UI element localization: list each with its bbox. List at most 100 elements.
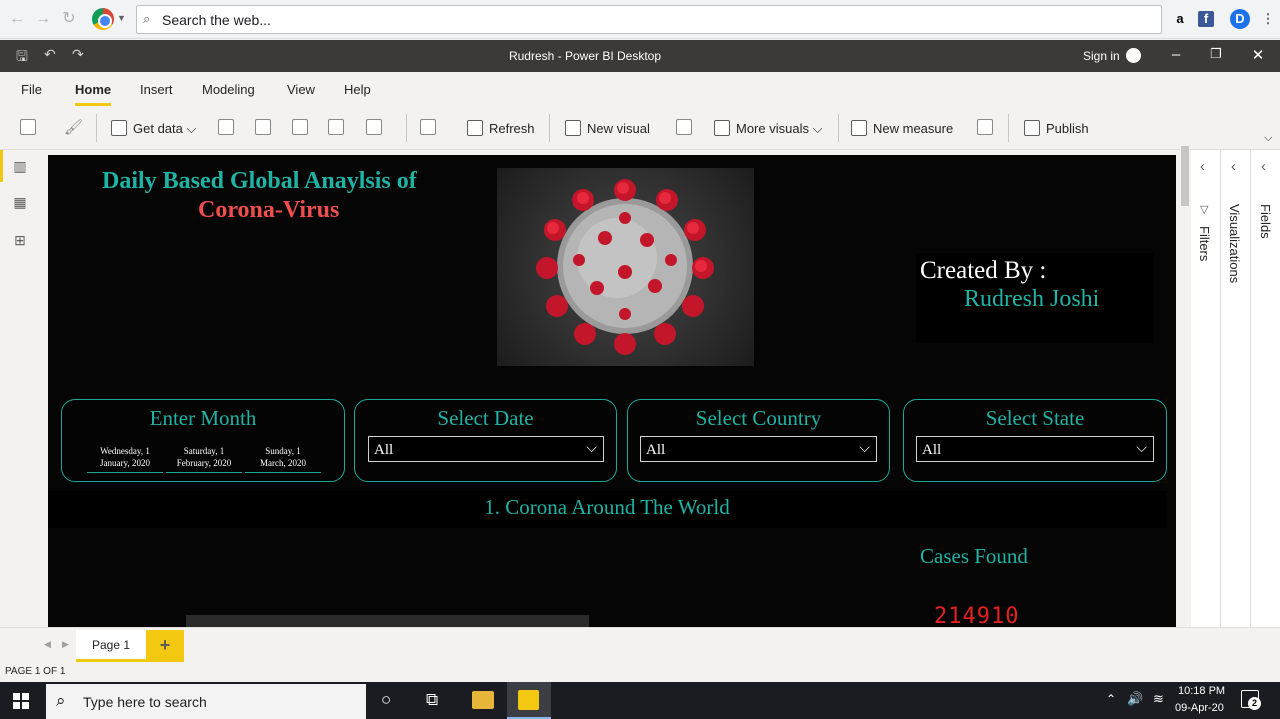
report-canvas[interactable]: Daily Based Global Anaylsis of Corona-Vi… xyxy=(48,155,1176,627)
more-visuals-button[interactable]: More visuals ⌵ xyxy=(714,120,822,137)
divider xyxy=(1250,150,1251,627)
active-view-indicator xyxy=(0,150,3,182)
ribbon: 🖌 Get data ⌵ Refresh New visual More vis… xyxy=(0,106,1280,150)
amazon-extension-icon[interactable]: a xyxy=(1170,9,1190,29)
map-visual[interactable] xyxy=(186,615,589,627)
get-data-button[interactable]: Get data ⌵ xyxy=(111,120,196,137)
clock-time[interactable]: 10:18 PM xyxy=(1178,685,1225,697)
prev-page-icon[interactable]: ◀ xyxy=(44,639,51,650)
recent-sources-icon[interactable] xyxy=(366,119,382,135)
fields-pane-label[interactable]: Fields xyxy=(1258,204,1273,239)
scrollbar-thumb[interactable] xyxy=(1181,146,1189,206)
reload-icon[interactable]: ↻ xyxy=(60,10,78,28)
creator-name: Rudresh Joshi xyxy=(964,286,1100,312)
sql-server-icon[interactable] xyxy=(292,119,308,135)
facebook-extension-icon[interactable]: f xyxy=(1198,11,1214,27)
task-view-icon[interactable]: ⧉ xyxy=(426,690,438,710)
calculator-icon xyxy=(851,120,867,136)
data-view-icon[interactable]: ▦ xyxy=(11,194,29,210)
search-icon: ⌕ xyxy=(143,11,151,26)
add-page-button[interactable]: + xyxy=(146,630,184,662)
page-count-status: PAGE 1 OF 1 xyxy=(5,666,66,677)
dataset-icon[interactable] xyxy=(255,119,271,135)
browser-toolbar: ← → ↻ ▼ ⌕ Search the web... a f D ⋮ xyxy=(0,0,1280,39)
coronavirus-image xyxy=(497,168,754,366)
state-slicer: Select State All ⌵ xyxy=(903,399,1167,482)
visualizations-pane-label[interactable]: Visualizations xyxy=(1227,204,1242,283)
search-input[interactable]: ⌕ Search the web... xyxy=(136,5,1162,34)
page-tab-1[interactable]: Page 1 xyxy=(76,630,146,662)
quick-measure-icon[interactable] xyxy=(977,119,993,135)
filters-pane-label[interactable]: Filters xyxy=(1197,226,1212,261)
taskbar-search-input[interactable]: ⌕ Type here to search xyxy=(46,684,366,719)
month-option-march[interactable]: Sunday, 1 March, 2020 xyxy=(245,441,321,473)
expand-fields-icon[interactable]: ‹ xyxy=(1261,158,1266,175)
visuals-icon xyxy=(714,120,730,136)
forward-icon[interactable]: → xyxy=(34,10,52,28)
wifi-icon[interactable]: ≋ xyxy=(1153,691,1164,707)
avatar[interactable] xyxy=(1126,48,1141,63)
section-header: 1. Corona Around The World xyxy=(48,491,1166,528)
chevron-down-icon[interactable]: ▼ xyxy=(117,13,126,23)
tab-modeling[interactable]: Modeling xyxy=(202,82,255,97)
date-dropdown[interactable]: All ⌵ xyxy=(368,436,604,462)
collapse-ribbon-icon[interactable]: ⌵ xyxy=(1264,132,1272,145)
enter-data-icon[interactable] xyxy=(328,119,344,135)
power-bi-taskbar-button[interactable] xyxy=(507,682,551,719)
notification-count: 2 xyxy=(1248,697,1261,710)
chevron-down-icon: ⌵ xyxy=(586,439,597,455)
report-title: Daily Based Global Anaylsis of xyxy=(102,168,417,194)
tab-view[interactable]: View xyxy=(287,82,315,97)
expand-filters-icon[interactable]: ‹ xyxy=(1200,158,1205,175)
tab-file[interactable]: File xyxy=(21,82,42,97)
report-view-icon[interactable]: ▥ xyxy=(11,158,29,174)
tab-home[interactable]: Home xyxy=(75,82,111,97)
page-tabs-bar: ◀ ▶ xyxy=(0,627,1280,663)
menu-dots-icon[interactable]: ⋮ xyxy=(1258,9,1278,29)
date-slicer: Select Date All ⌵ xyxy=(354,399,617,482)
divider xyxy=(838,114,839,142)
file-explorer-icon[interactable] xyxy=(472,691,494,709)
publish-button[interactable]: Publish xyxy=(1024,120,1089,136)
country-slicer: Select Country All ⌵ xyxy=(627,399,890,482)
dropdown-value: All xyxy=(646,442,666,458)
state-dropdown[interactable]: All ⌵ xyxy=(916,436,1154,462)
new-measure-button[interactable]: New measure xyxy=(851,120,953,136)
country-dropdown[interactable]: All ⌵ xyxy=(640,436,877,462)
filter-icon: ▽ xyxy=(1200,204,1209,216)
back-icon[interactable]: ← xyxy=(8,10,26,28)
divider xyxy=(406,114,407,142)
new-visual-button[interactable]: New visual xyxy=(565,120,650,136)
title-bar: 🖫 ↶ ↷ Rudresh - Power BI Desktop Sign in… xyxy=(0,40,1280,72)
close-icon[interactable]: ✕ xyxy=(1248,46,1268,64)
dropdown-value: All xyxy=(922,442,942,458)
sign-in-link[interactable]: Sign in xyxy=(1083,49,1120,63)
ribbon-tabs: File Home Insert Modeling View Help xyxy=(0,72,1280,106)
model-view-icon[interactable]: ⊞ xyxy=(11,232,29,248)
canvas-scrollbar[interactable] xyxy=(1180,145,1190,627)
next-page-icon[interactable]: ▶ xyxy=(62,639,69,650)
volume-icon[interactable]: 🔊 xyxy=(1127,691,1143,707)
text-box-icon[interactable] xyxy=(676,119,692,135)
chrome-logo-icon[interactable] xyxy=(92,8,114,30)
divider xyxy=(96,114,97,142)
month-option-february[interactable]: Saturday, 1 February, 2020 xyxy=(166,441,242,473)
format-painter-icon[interactable]: 🖌 xyxy=(64,118,83,136)
notification-icon[interactable]: 2 xyxy=(1241,690,1261,710)
tab-help[interactable]: Help xyxy=(344,82,371,97)
cortana-icon[interactable]: ○ xyxy=(381,690,391,710)
windows-start-icon[interactable] xyxy=(13,693,30,709)
expand-visualizations-icon[interactable]: ‹ xyxy=(1231,158,1236,175)
tab-insert[interactable]: Insert xyxy=(140,82,173,97)
excel-icon[interactable] xyxy=(218,119,234,135)
profile-extension-icon[interactable]: D xyxy=(1230,9,1250,29)
refresh-button[interactable]: Refresh xyxy=(467,120,535,136)
transform-data-icon[interactable] xyxy=(420,119,436,135)
restore-icon[interactable]: ❐ xyxy=(1206,46,1226,62)
paste-icon[interactable] xyxy=(20,119,36,135)
clock-date[interactable]: 09-Apr-20 xyxy=(1175,702,1224,714)
month-slicer: Enter Month Wednesday, 1 January, 2020 Sa… xyxy=(61,399,345,482)
chevron-up-icon[interactable]: ⌃ xyxy=(1106,692,1116,706)
minimize-icon[interactable]: – xyxy=(1166,46,1186,63)
month-option-january[interactable]: Wednesday, 1 January, 2020 xyxy=(87,441,163,473)
